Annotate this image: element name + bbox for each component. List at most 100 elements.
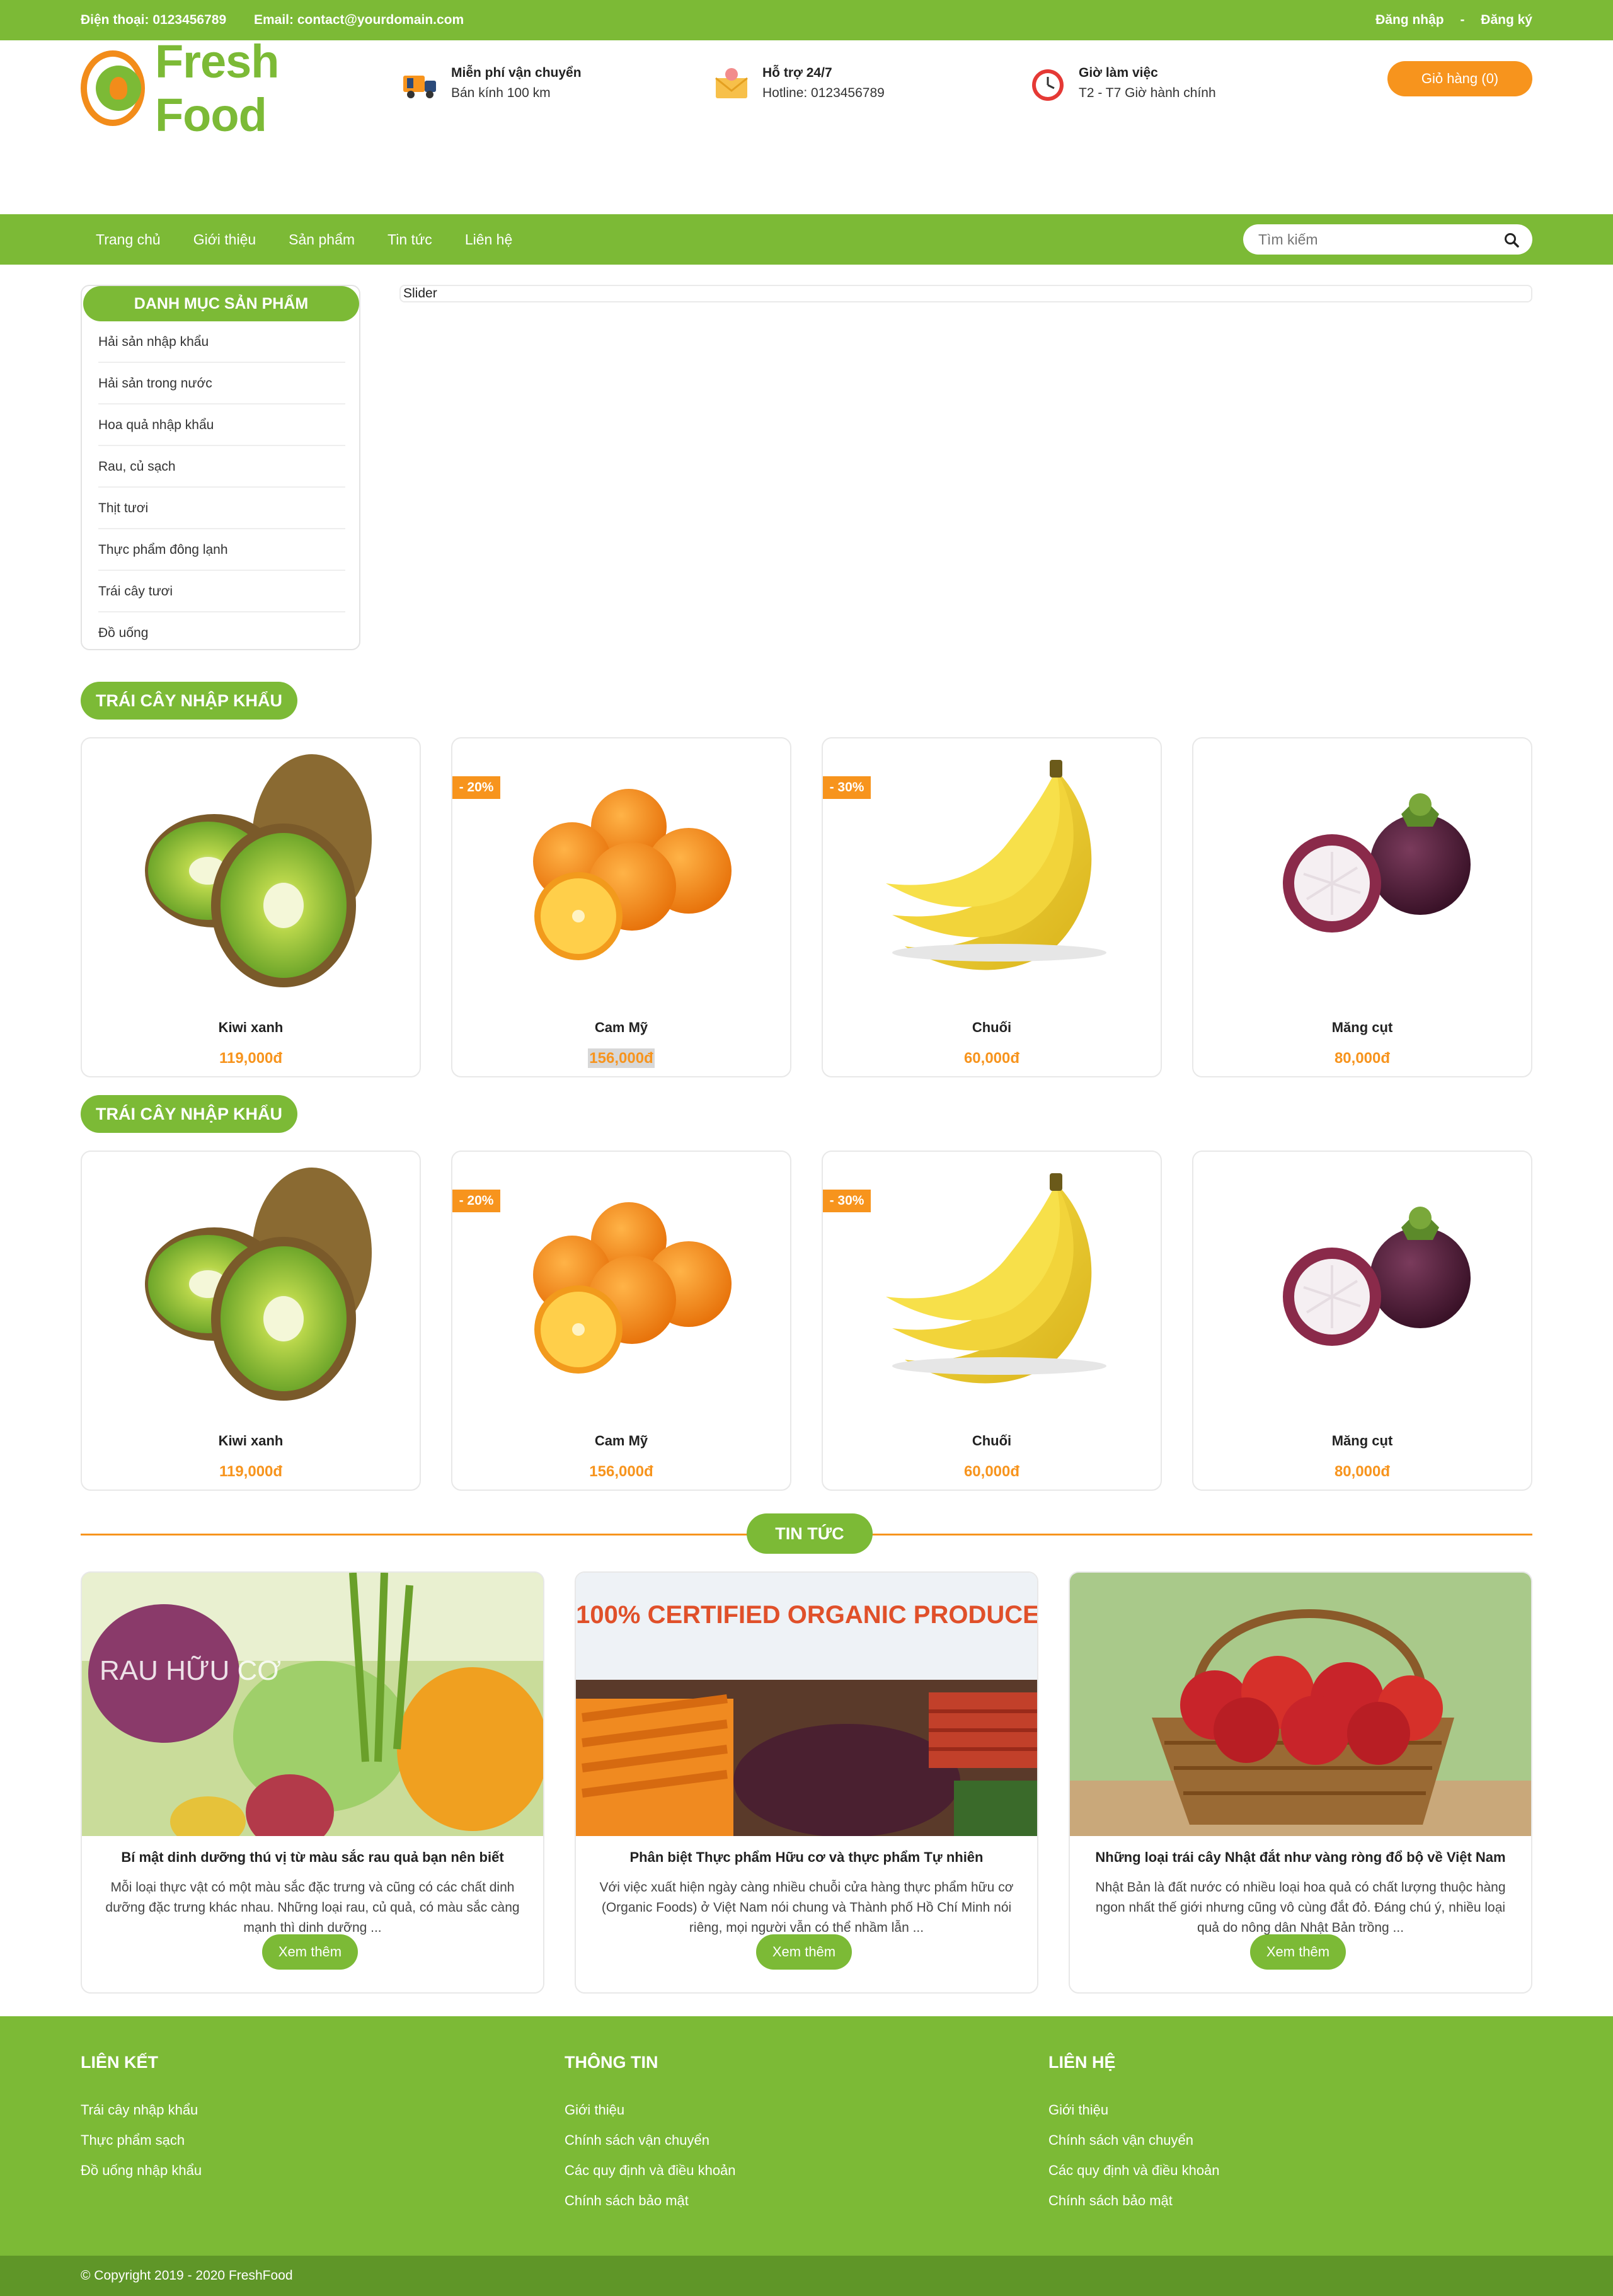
login-link[interactable]: Đăng nhập [1375, 13, 1444, 27]
nav-item-products[interactable]: Sản phẩm [289, 231, 355, 248]
nav-item-about[interactable]: Giới thiệu [193, 231, 256, 248]
copyright-text: © Copyright 2019 - 2020 FreshFood [0, 2256, 1613, 2296]
read-more-button[interactable]: Xem thêm [756, 1934, 852, 1970]
product-name[interactable]: Chuối [823, 1433, 1161, 1449]
cart-button[interactable]: Giỏ hàng (0) [1387, 61, 1532, 96]
product-price: 156,000đ [452, 1048, 790, 1068]
product-image-kiwi[interactable] [107, 1158, 397, 1410]
product-name[interactable]: Cam Mỹ [452, 1019, 790, 1036]
product-image-orange[interactable] [478, 1158, 767, 1410]
category-item[interactable]: Hoa quả nhập khẩu [98, 405, 345, 446]
product-card[interactable]: - 30% Chuối 60,000đ [822, 737, 1162, 1077]
search-input[interactable] [1258, 231, 1491, 248]
footer-link[interactable]: Giới thiệu [1048, 2095, 1220, 2125]
separator: - [1460, 13, 1465, 27]
news-card[interactable]: 100% CERTIFIED ORGANIC PRODUCE Phân biệt… [575, 1571, 1038, 1994]
product-image-mangosteen[interactable] [1219, 1158, 1508, 1410]
product-image-banana[interactable] [848, 1158, 1138, 1410]
footer-col-info: THÔNG TIN Giới thiệu Chính sách vận chuy… [565, 2053, 736, 2216]
product-name[interactable]: Kiwi xanh [82, 1019, 420, 1036]
product-card[interactable]: - 30% Chuối 60,000đ [822, 1151, 1162, 1491]
news-card[interactable]: Những loại trái cây Nhật đắt như vàng rò… [1069, 1571, 1532, 1994]
feature-hours: Giờ làm việc T2 - T7 Giờ hành chính [1028, 63, 1216, 103]
product-price: 119,000đ [219, 1463, 283, 1480]
news-card[interactable]: RAU HỮU CƠ Bí mật dinh dưỡng thú vị từ m… [81, 1571, 544, 1994]
news-image-vegetables[interactable]: RAU HỮU CƠ [82, 1573, 544, 1836]
discount-badge: - 30% [823, 1190, 871, 1212]
product-image-banana[interactable] [848, 745, 1138, 997]
news-excerpt: Nhật Bản là đất nước có nhiều loại hoa q… [1095, 1880, 1506, 1935]
category-item[interactable]: Rau, củ sạch [98, 446, 345, 488]
feature-shipping: Miễn phí vận chuyển Bán kính 100 km [401, 63, 582, 103]
product-card[interactable]: Măng cụt 80,000đ [1192, 737, 1532, 1077]
news-section-title: TIN TỨC [747, 1513, 873, 1554]
discount-badge: - 30% [823, 776, 871, 799]
footer-link[interactable]: Chính sách vận chuyển [565, 2125, 736, 2155]
category-item[interactable]: Trái cây tươi [98, 571, 345, 612]
nav-item-contact[interactable]: Liên hệ [465, 231, 512, 248]
product-card[interactable]: Măng cụt 80,000đ [1192, 1151, 1532, 1491]
product-price: 156,000đ [589, 1463, 653, 1480]
footer-col-links: LIÊN KẾT Trái cây nhập khẩu Thực phẩm sạ… [81, 2053, 202, 2186]
product-price-highlighted: 156,000đ [588, 1048, 655, 1068]
nav-item-home[interactable]: Trang chủ [96, 231, 161, 248]
product-name[interactable]: Kiwi xanh [82, 1433, 420, 1449]
news-image-apple-basket[interactable] [1070, 1573, 1532, 1836]
product-price: 60,000đ [963, 1050, 1020, 1067]
feature-subtitle: Hotline: 0123456789 [762, 86, 885, 100]
nav-item-news[interactable]: Tin tức [387, 231, 432, 248]
site-logo[interactable]: Fresh Food [81, 35, 358, 141]
email-text: Email: contact@yourdomain.com [253, 13, 464, 27]
footer-link[interactable]: Giới thiệu [565, 2095, 736, 2125]
footer-link[interactable]: Thực phẩm sạch [81, 2125, 202, 2155]
product-name[interactable]: Cam Mỹ [452, 1433, 790, 1449]
category-item[interactable]: Hải sản trong nước [98, 363, 345, 405]
footer-link[interactable]: Chính sách bảo mật [1048, 2186, 1220, 2216]
feature-title: Hỗ trợ 24/7 [762, 66, 832, 80]
news-image-organic-market[interactable]: 100% CERTIFIED ORGANIC PRODUCE [576, 1573, 1038, 1836]
footer-link[interactable]: Chính sách vận chuyển [1048, 2125, 1220, 2155]
footer-link[interactable]: Chính sách bảo mật [565, 2186, 736, 2216]
feature-subtitle: T2 - T7 Giờ hành chính [1079, 86, 1216, 100]
footer: LIÊN KẾT Trái cây nhập khẩu Thực phẩm sạ… [0, 2016, 1613, 2256]
read-more-button[interactable]: Xem thêm [1250, 1934, 1346, 1970]
news-excerpt: Mỗi loại thực vật có một màu sắc đặc trư… [105, 1880, 520, 1935]
product-image-kiwi[interactable] [107, 745, 397, 997]
register-link[interactable]: Đăng ký [1481, 13, 1532, 27]
news-title[interactable]: Những loại trái cây Nhật đắt như vàng rò… [1082, 1847, 1518, 1868]
product-card[interactable]: - 20% Cam Mỹ 156,000đ [451, 737, 791, 1077]
feature-support: Hỗ trợ 24/7 Hotline: 0123456789 [712, 63, 885, 103]
product-price: 119,000đ [219, 1050, 283, 1067]
feature-subtitle: Bán kính 100 km [451, 86, 551, 100]
section-title: TRÁI CÂY NHẬP KHẨU [81, 682, 297, 720]
category-sidebar: DANH MỤC SẢN PHẨM Hải sản nhập khẩu Hải … [81, 285, 360, 650]
footer-link[interactable]: Trái cây nhập khẩu [81, 2095, 202, 2125]
product-name[interactable]: Măng cụt [1193, 1433, 1531, 1449]
discount-badge: - 20% [452, 1190, 500, 1212]
category-item[interactable]: Hải sản nhập khẩu [98, 321, 345, 363]
news-excerpt: Với việc xuất hiện ngày càng nhiều chuỗi… [599, 1880, 1014, 1935]
category-item[interactable]: Thịt tươi [98, 488, 345, 529]
product-card[interactable]: Kiwi xanh 119,000đ [81, 737, 421, 1077]
footer-link[interactable]: Các quy định và điều khoản [1048, 2155, 1220, 2186]
product-card[interactable]: Kiwi xanh 119,000đ [81, 1151, 421, 1491]
news-title[interactable]: Phân biệt Thực phẩm Hữu cơ và thực phẩm … [588, 1847, 1025, 1868]
footer-link[interactable]: Các quy định và điều khoản [565, 2155, 736, 2186]
news-title[interactable]: Bí mật dinh dưỡng thú vị từ màu sắc rau … [95, 1847, 531, 1868]
category-item[interactable]: Đồ uống [98, 612, 345, 654]
product-image-mangosteen[interactable] [1219, 745, 1508, 997]
news-image-text: RAU HỮU CƠ [100, 1655, 281, 1686]
footer-link[interactable]: Đồ uống nhập khẩu [81, 2155, 202, 2186]
product-name[interactable]: Chuối [823, 1019, 1161, 1036]
search-icon[interactable] [1503, 232, 1520, 248]
discount-badge: - 20% [452, 776, 500, 799]
product-image-orange[interactable] [478, 745, 767, 997]
product-price: 60,000đ [963, 1463, 1020, 1480]
product-card[interactable]: - 20% Cam Mỹ 156,000đ [451, 1151, 791, 1491]
delivery-truck-icon [403, 76, 436, 98]
category-item[interactable]: Thực phẩm đông lạnh [98, 529, 345, 571]
logo-text: Fresh Food [154, 35, 280, 141]
read-more-button[interactable]: Xem thêm [262, 1934, 358, 1970]
section-title: TRÁI CÂY NHẬP KHẨU [81, 1095, 297, 1133]
product-name[interactable]: Măng cụt [1193, 1019, 1531, 1036]
